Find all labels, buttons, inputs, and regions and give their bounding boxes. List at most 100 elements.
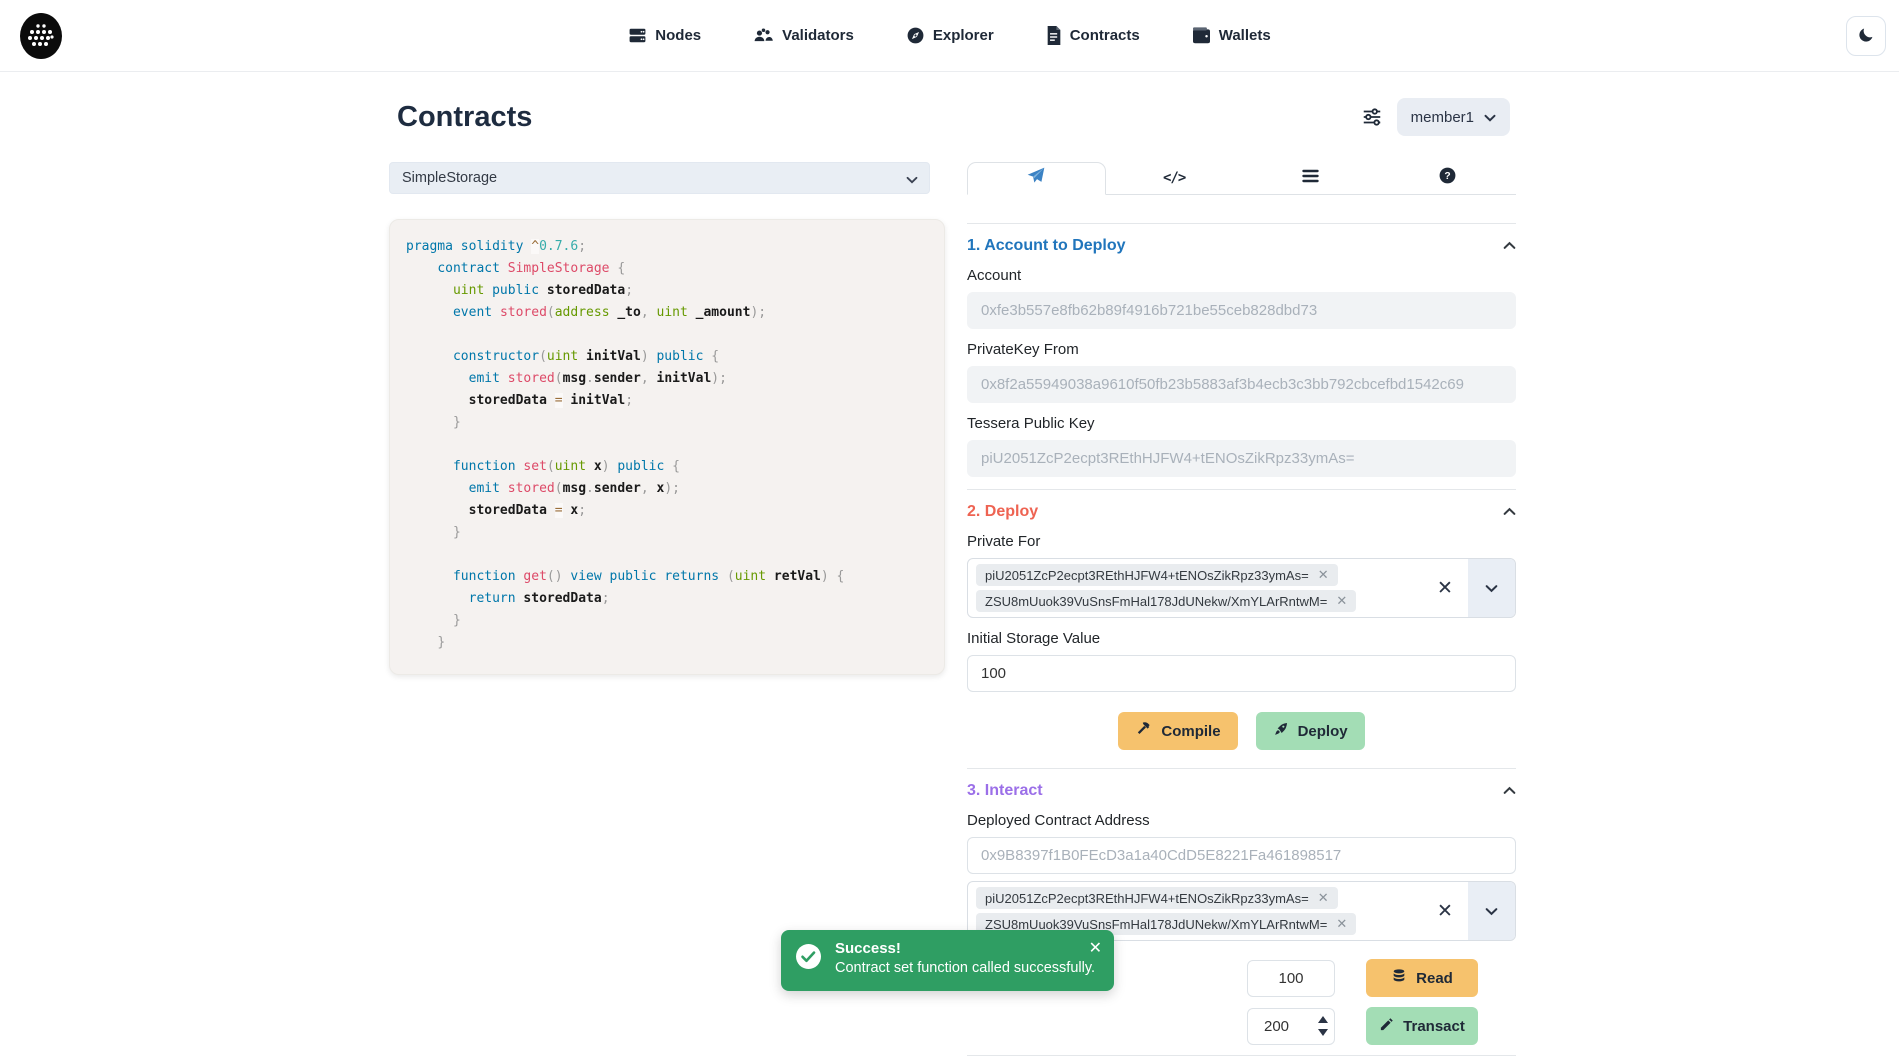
paper-plane-icon — [1026, 166, 1046, 191]
app-logo-icon[interactable] — [18, 13, 64, 59]
chevron-down-icon — [1484, 109, 1496, 126]
nav-label: Explorer — [933, 27, 994, 44]
multiselect-chevron-down-icon[interactable] — [1468, 882, 1515, 940]
transact-label: Transact — [1403, 1018, 1465, 1035]
multiselect-chevron-down-icon[interactable] — [1468, 559, 1515, 617]
nav-item-explorer[interactable]: Explorer — [906, 26, 994, 45]
page-title: Contracts — [397, 101, 532, 134]
clear-all-icon[interactable]: ✕ — [1422, 559, 1468, 617]
chevron-up-icon[interactable] — [1503, 237, 1516, 255]
clear-all-icon[interactable]: ✕ — [1422, 882, 1468, 940]
server-icon — [628, 26, 647, 45]
deploy-button[interactable]: Deploy — [1256, 712, 1365, 750]
deployed-address-input[interactable] — [967, 837, 1516, 874]
section-deploy-header[interactable]: 2. Deploy — [967, 503, 1516, 521]
chevron-up-icon[interactable] — [1503, 503, 1516, 521]
section-interact-header[interactable]: 3. Interact — [967, 782, 1516, 800]
nav-label: Nodes — [655, 27, 701, 44]
users-icon — [753, 26, 774, 45]
read-label: Read — [1416, 970, 1453, 987]
panel-tabs: </> ? — [967, 162, 1516, 195]
remove-tag-icon[interactable]: ✕ — [1336, 593, 1347, 609]
nav-item-contracts[interactable]: Contracts — [1046, 26, 1140, 45]
svg-text:?: ? — [1444, 171, 1450, 182]
private-for-multiselect[interactable]: piU2051ZcP2ecpt3REthHJFW4+tENOsZikRpz33y… — [967, 558, 1516, 618]
rocket-icon — [1273, 721, 1289, 741]
database-icon — [1391, 968, 1407, 988]
section-title: 2. Deploy — [967, 503, 1038, 521]
private-for-tag: piU2051ZcP2ecpt3REthHJFW4+tENOsZikRpz33y… — [976, 564, 1338, 586]
privatekey-input — [967, 366, 1516, 403]
tessera-input — [967, 440, 1516, 477]
tab-details[interactable] — [1243, 162, 1380, 194]
deploy-label: Deploy — [1298, 723, 1348, 740]
nav-label: Wallets — [1219, 27, 1271, 44]
stepper-up-icon[interactable] — [1318, 1016, 1328, 1023]
tag-label: piU2051ZcP2ecpt3REthHJFW4+tENOsZikRpz33y… — [985, 891, 1309, 906]
set-function-row: Transact — [967, 1007, 1478, 1045]
toast-title: Success! — [835, 940, 1095, 957]
compass-icon — [906, 26, 925, 45]
stepper-down-icon[interactable] — [1318, 1029, 1328, 1036]
initial-storage-label: Initial Storage Value — [967, 630, 1516, 647]
nav-item-nodes[interactable]: Nodes — [628, 26, 701, 45]
code-block: pragma solidity ^0.7.6; contract SimpleS… — [389, 219, 945, 675]
dark-mode-toggle[interactable] — [1846, 16, 1886, 56]
pencil-icon — [1379, 1017, 1394, 1036]
remove-tag-icon[interactable]: ✕ — [1318, 890, 1329, 906]
top-navbar: Nodes Validators Explorer Contracts Wall… — [0, 0, 1899, 72]
tag-label: ZSU8mUuok39VuSnsFmHal178JdUNekw/XmYLArRn… — [985, 594, 1327, 609]
settings-sliders-icon[interactable] — [1361, 106, 1383, 128]
tab-deploy[interactable] — [967, 162, 1106, 195]
hammer-icon — [1135, 721, 1152, 742]
private-for-label: Private For — [967, 533, 1516, 550]
moon-icon — [1857, 26, 1875, 47]
nav-label: Contracts — [1070, 27, 1140, 44]
list-icon — [1302, 169, 1319, 188]
tag-label: piU2051ZcP2ecpt3REthHJFW4+tENOsZikRpz33y… — [985, 568, 1309, 583]
chevron-down-icon — [906, 172, 918, 188]
member-selector-value: member1 — [1411, 109, 1474, 126]
close-icon[interactable]: ✕ — [1089, 938, 1102, 958]
account-label: Account — [967, 267, 1516, 284]
transact-button[interactable]: Transact — [1366, 1007, 1478, 1045]
section-account-header[interactable]: 1. Account to Deploy — [967, 237, 1516, 255]
file-contract-icon — [1046, 26, 1062, 45]
private-for-tag: ZSU8mUuok39VuSnsFmHal178JdUNekw/XmYLArRn… — [976, 590, 1356, 612]
section-title: 3. Interact — [967, 782, 1043, 800]
compile-label: Compile — [1161, 723, 1220, 740]
tab-source-code[interactable]: </> — [1106, 162, 1243, 194]
private-for-tag: piU2051ZcP2ecpt3REthHJFW4+tENOsZikRpz33y… — [976, 887, 1338, 909]
account-input — [967, 292, 1516, 329]
section-divider — [967, 489, 1516, 490]
section-divider — [967, 223, 1516, 224]
contract-select[interactable]: SimpleStorage — [389, 162, 930, 194]
member-selector[interactable]: member1 — [1397, 98, 1510, 136]
privatekey-label: PrivateKey From — [967, 341, 1516, 358]
nav-item-validators[interactable]: Validators — [753, 26, 854, 45]
solidity-source: pragma solidity ^0.7.6; contract SimpleS… — [406, 236, 928, 654]
remove-tag-icon[interactable]: ✕ — [1336, 916, 1347, 932]
main-nav: Nodes Validators Explorer Contracts Wall… — [628, 26, 1270, 45]
nav-label: Validators — [782, 27, 854, 44]
compile-button[interactable]: Compile — [1118, 712, 1237, 750]
contract-select-value: SimpleStorage — [402, 170, 497, 186]
toast-message: Contract set function called successfull… — [835, 960, 1095, 976]
deployed-address-label: Deployed Contract Address — [967, 812, 1516, 829]
chevron-up-icon[interactable] — [1503, 782, 1516, 800]
tab-help[interactable]: ? — [1379, 162, 1516, 194]
read-button[interactable]: Read — [1366, 959, 1478, 997]
remove-tag-icon[interactable]: ✕ — [1318, 567, 1329, 583]
question-circle-icon: ? — [1438, 166, 1457, 190]
check-circle-icon — [795, 943, 822, 979]
tessera-label: Tessera Public Key — [967, 415, 1516, 432]
wallet-icon — [1192, 27, 1211, 44]
number-stepper[interactable] — [1318, 1016, 1328, 1036]
get-value-input[interactable] — [1247, 960, 1335, 997]
nav-item-wallets[interactable]: Wallets — [1192, 27, 1271, 44]
code-icon: </> — [1163, 170, 1185, 186]
section-divider — [967, 768, 1516, 769]
section-title: 1. Account to Deploy — [967, 237, 1126, 255]
success-toast: Success! Contract set function called su… — [781, 930, 1114, 991]
initial-storage-input[interactable] — [967, 655, 1516, 692]
